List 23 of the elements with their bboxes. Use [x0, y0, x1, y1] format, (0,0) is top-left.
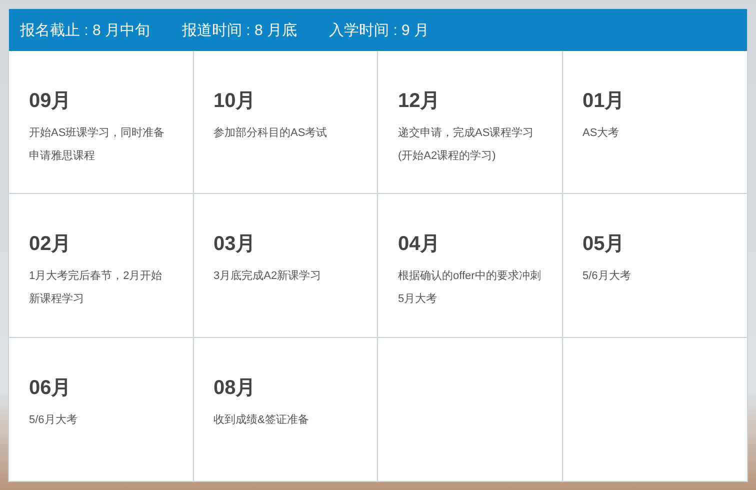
- month-title: 02月: [29, 232, 72, 258]
- header-info: 报道时间 : 8 月底: [182, 20, 298, 40]
- month-title: 10月: [214, 89, 257, 114]
- month-title: 12月: [398, 89, 442, 114]
- month-description: 递交申请，完成AS课程学习(开始A2课程的学习): [398, 126, 535, 164]
- month-description: AS大考: [582, 126, 620, 141]
- month-title: 04月: [398, 232, 442, 258]
- month-title: 05月: [582, 232, 626, 258]
- header-info: 报名截止 : 8 月中旬: [20, 20, 150, 40]
- month-title: 01月: [582, 89, 626, 114]
- header-info: 入学时间 : 9 月: [329, 20, 430, 40]
- month-title: 06月: [29, 376, 72, 401]
- month-description: 根据确认的offer中的要求冲刺5月大考: [398, 269, 542, 308]
- month-title: 08月: [214, 376, 257, 401]
- month-description: 收到成绩&签证准备: [214, 412, 310, 428]
- month-description: 开始AS班课学习，同时准备申请雅思课程: [29, 126, 166, 164]
- month-title: 09月: [29, 89, 72, 114]
- month-description: 5/6月大考: [29, 412, 78, 428]
- month-title: 03月: [214, 232, 257, 258]
- month-description: 1月大考完后春节，2月开始新课程学习: [29, 268, 164, 308]
- month-description: 3月底完成A2新课学习: [214, 268, 322, 284]
- month-description: 5/6月大考: [582, 269, 632, 284]
- month-description: 参加部分科目的AS考试: [214, 126, 328, 141]
